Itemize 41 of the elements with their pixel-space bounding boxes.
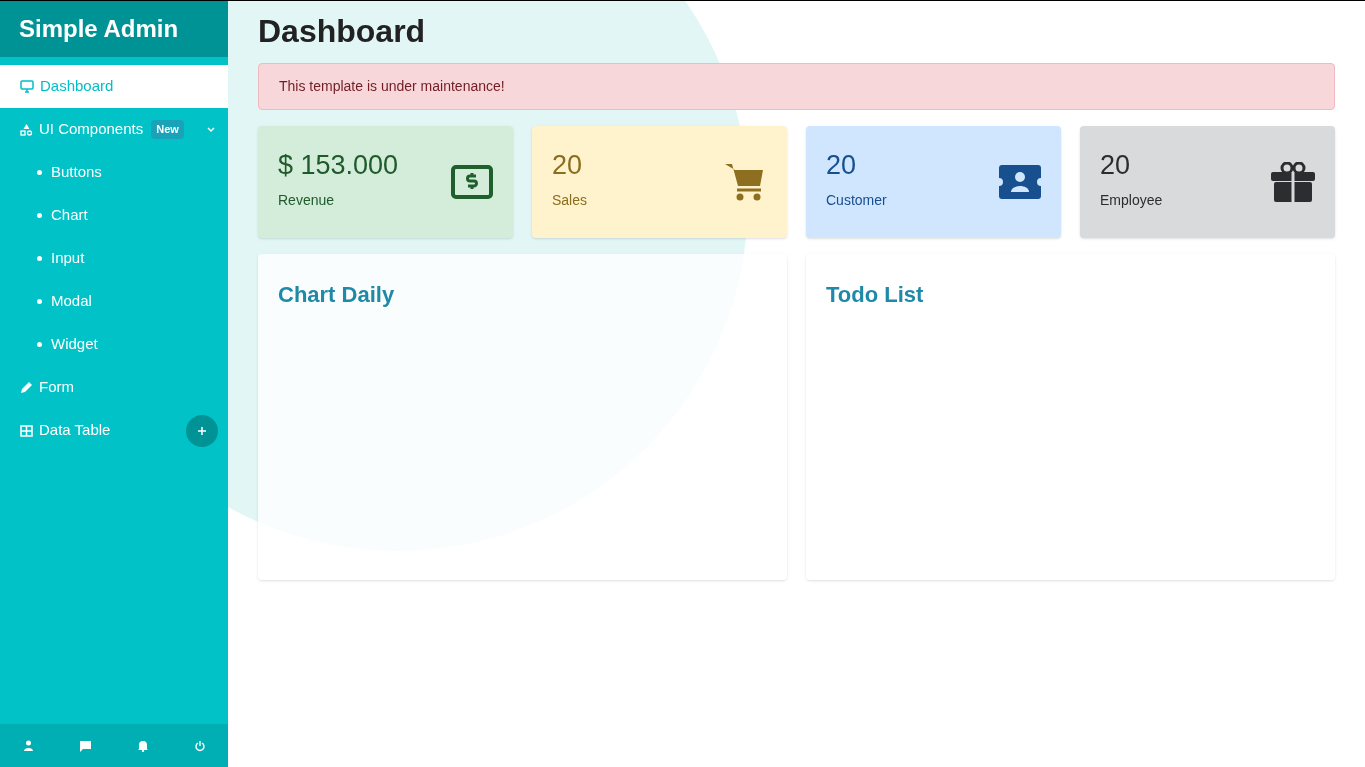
sidebar-item[interactable]: Dashboard	[0, 65, 228, 108]
sidebar-subitem[interactable]: Input	[0, 237, 228, 280]
bullet-icon	[37, 256, 42, 261]
stat-value: 20	[552, 149, 584, 180]
id-card-icon	[999, 165, 1041, 199]
sidebar-subitem[interactable]: Chart	[0, 194, 228, 237]
add-button[interactable]	[186, 414, 218, 447]
panel-title: Todo List	[826, 281, 925, 309]
bullet-icon	[37, 170, 42, 175]
stat-value: 20	[826, 149, 858, 180]
app-title: Simple Admin	[0, 1, 228, 57]
bullet-icon	[37, 299, 42, 304]
bullet-icon	[37, 213, 42, 218]
pencil-icon	[20, 381, 33, 394]
shapes-icon	[20, 123, 33, 136]
plus-icon	[197, 425, 207, 436]
monitor-icon	[20, 80, 34, 93]
page-title: Dashboard	[258, 12, 427, 51]
chat-icon[interactable]	[78, 739, 92, 752]
dollar-bill-icon	[451, 165, 493, 199]
bullet-icon	[37, 342, 42, 347]
stat-value: $ 153.000	[278, 149, 399, 180]
sidebar-item[interactable]: Data Table	[0, 409, 228, 452]
stat-value: 20	[1100, 149, 1132, 180]
sidebar-item[interactable]: UI Components New	[0, 108, 228, 151]
panel-title: Chart Daily	[278, 281, 396, 309]
sidebar-item[interactable]: Form	[0, 366, 228, 409]
sidebar-subitem[interactable]: Widget	[0, 323, 228, 366]
stat-label: Employee	[1100, 190, 1163, 210]
new-badge: New	[151, 120, 184, 139]
gift-icon	[1271, 162, 1315, 202]
bell-icon[interactable]	[136, 739, 149, 752]
power-icon[interactable]	[193, 739, 206, 752]
sidebar-subitem[interactable]: Buttons	[0, 151, 228, 194]
sidebar-subitem[interactable]: Modal	[0, 280, 228, 323]
table-icon	[20, 424, 33, 437]
alert-message: This template is under maintenance!	[258, 63, 1335, 110]
user-icon[interactable]	[22, 740, 34, 751]
stat-label: Revenue	[278, 190, 336, 210]
stat-label: Customer	[826, 190, 887, 210]
stat-label: Sales	[552, 190, 588, 210]
